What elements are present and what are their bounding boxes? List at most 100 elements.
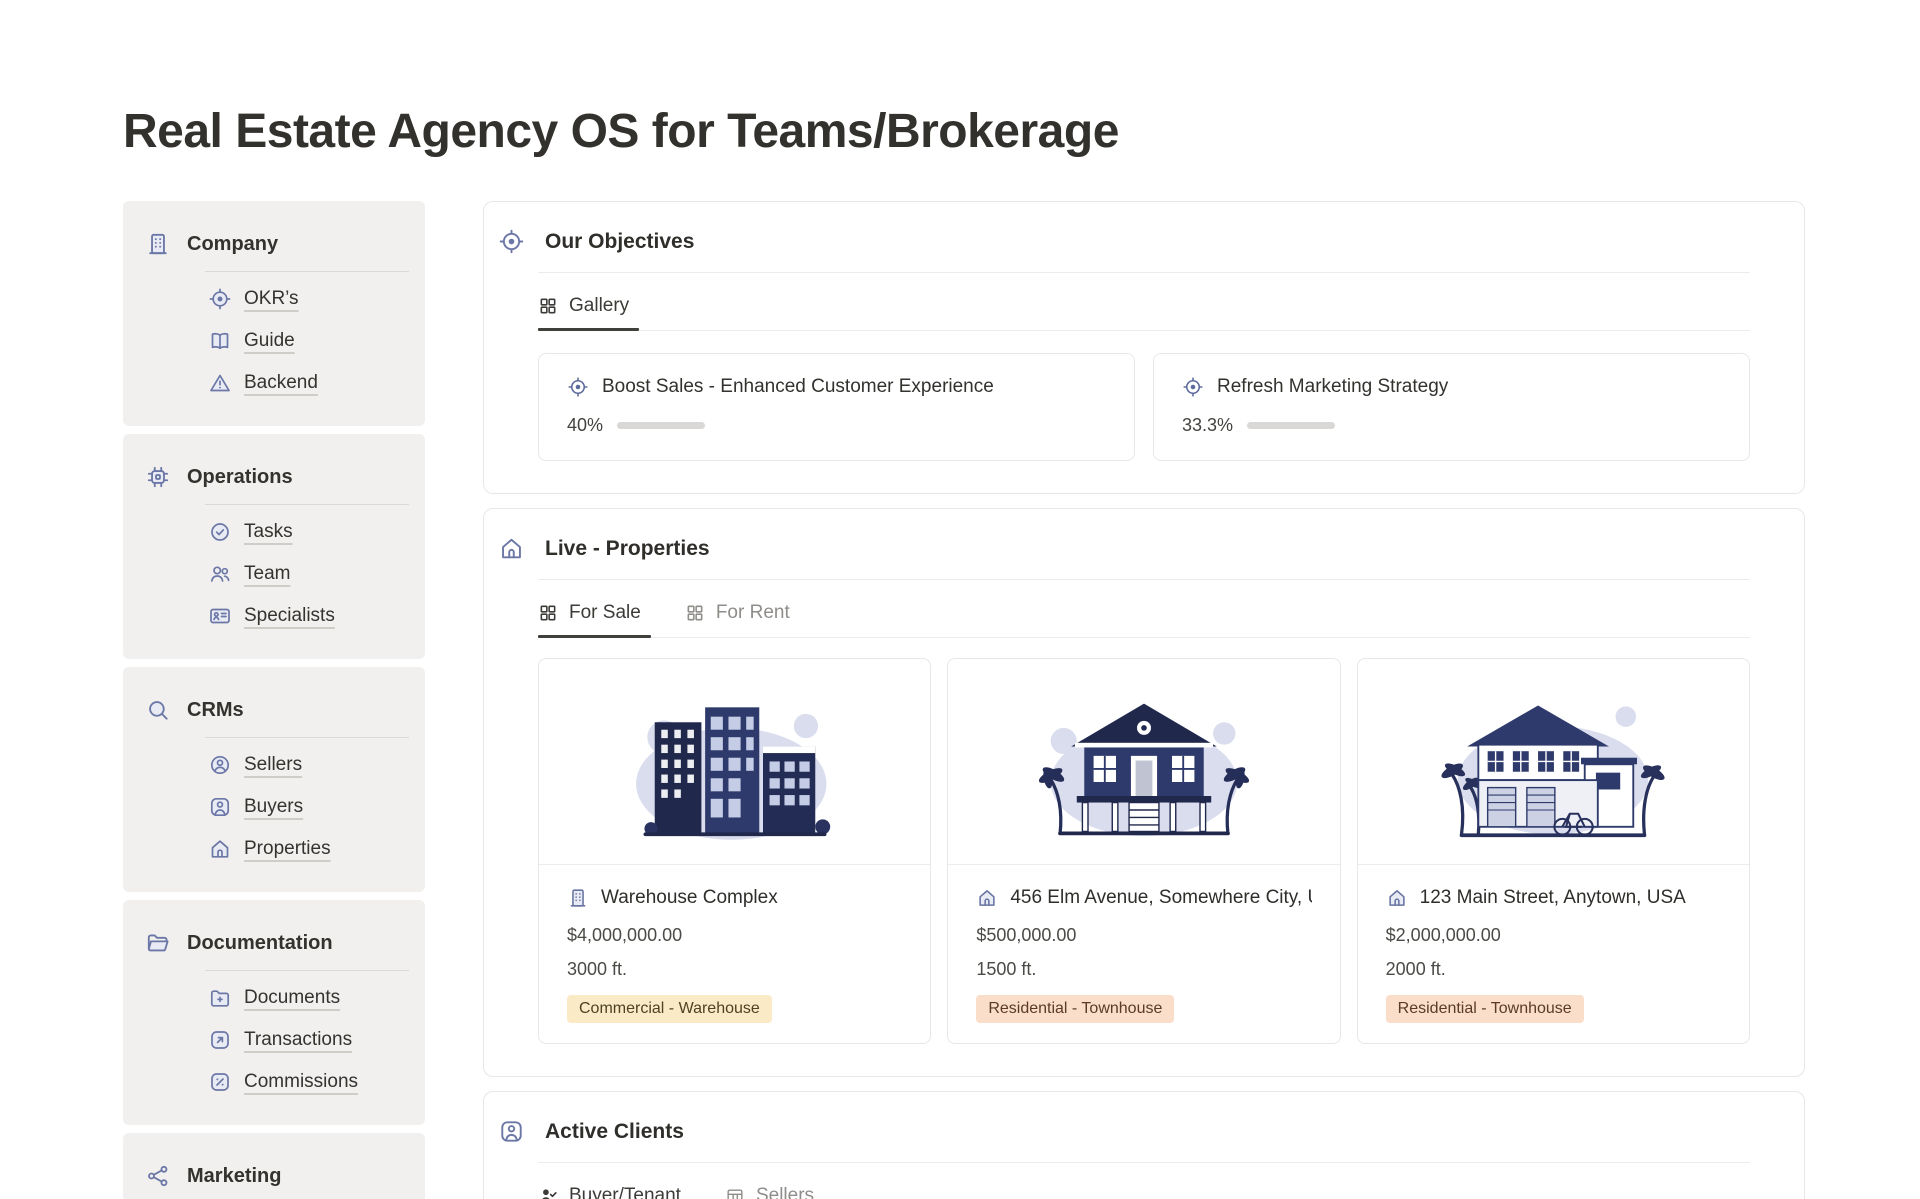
property-type-badge: Residential - Townhouse — [976, 995, 1174, 1023]
person-check-icon — [538, 1186, 558, 1199]
property-card-123-main-street[interactable]: 123 Main Street, Anytown, USA $2,000,000… — [1357, 658, 1750, 1044]
property-card-warehouse-complex[interactable]: Warehouse Complex $4,000,000.00 3000 ft.… — [538, 658, 931, 1044]
sidebar-item-backend[interactable]: Backend — [208, 362, 409, 404]
sidebar-section-header: Marketing — [145, 1163, 409, 1189]
grid-icon — [538, 603, 558, 623]
grid-icon — [538, 296, 558, 316]
home-icon — [1386, 887, 1408, 909]
property-name-row: Warehouse Complex — [567, 887, 902, 909]
properties-gallery: Warehouse Complex $4,000,000.00 3000 ft.… — [538, 658, 1750, 1044]
table-icon — [725, 1186, 745, 1199]
property-image — [1358, 659, 1749, 865]
sidebar-item-transactions[interactable]: Transactions — [208, 1019, 409, 1061]
divider — [205, 737, 409, 738]
properties-header: Live - Properties — [498, 535, 1750, 562]
tab-label: For Sale — [569, 602, 641, 624]
grid-icon — [685, 603, 705, 623]
property-name-row: 123 Main Street, Anytown, USA — [1386, 887, 1721, 909]
target-icon — [208, 287, 232, 311]
sidebar-item-label[interactable]: Backend — [244, 372, 318, 394]
tab-gallery[interactable]: Gallery — [538, 283, 639, 330]
sidebar-section-operations: Operations Tasks Team Specialists — [123, 434, 425, 659]
sidebar-item-specialists[interactable]: Specialists — [208, 595, 409, 637]
property-card-456-elm-avenue[interactable]: 456 Elm Avenue, Somewhere City, USA $500… — [947, 658, 1340, 1044]
property-type-badge: Commercial - Warehouse — [567, 995, 772, 1023]
progress-percent: 33.3% — [1182, 415, 1233, 436]
sidebar-item-label[interactable]: Documents — [244, 987, 340, 1009]
sidebar-item-sellers[interactable]: Sellers — [208, 744, 409, 786]
divider — [538, 1162, 1750, 1163]
sidebar-section-company: Company OKR’s Guide Backend — [123, 201, 425, 426]
tab-for-rent[interactable]: For Rent — [685, 590, 800, 637]
tab-for-sale[interactable]: For Sale — [538, 590, 651, 637]
city-buildings-illustration — [623, 686, 847, 850]
sidebar-item-label[interactable]: Tasks — [244, 521, 293, 543]
objectives-header: Our Objectives — [498, 228, 1750, 255]
sidebar-section-header: CRMs — [145, 697, 409, 723]
sidebar-item-label[interactable]: Commissions — [244, 1071, 358, 1093]
divider — [205, 271, 409, 272]
active-clients-header: Active Clients — [498, 1118, 1750, 1145]
property-name-row: 456 Elm Avenue, Somewhere City, USA — [976, 887, 1311, 909]
objectives-panel: Our Objectives Gallery Boost Sales - Enh… — [483, 201, 1805, 494]
sidebar-item-label[interactable]: Sellers — [244, 754, 302, 776]
sidebar-item-documents[interactable]: Documents — [208, 977, 409, 1019]
divider — [205, 970, 409, 971]
active-clients-tabs: Buyer/Tenant Sellers — [538, 1173, 1750, 1199]
property-price: $2,000,000.00 — [1386, 925, 1721, 946]
home-icon — [976, 887, 998, 909]
sidebar-item-label[interactable]: Specialists — [244, 605, 335, 627]
property-image — [948, 659, 1339, 865]
sidebar-item-label[interactable]: Team — [244, 563, 290, 585]
sidebar-item-team[interactable]: Team — [208, 553, 409, 595]
sidebar-section-header: Company — [145, 231, 409, 257]
panel-title: Our Objectives — [545, 230, 694, 254]
person-square-icon — [208, 795, 232, 819]
id-card-icon — [208, 604, 232, 628]
property-type-badge: Residential - Townhouse — [1386, 995, 1584, 1023]
sidebar-item-guide[interactable]: Guide — [208, 320, 409, 362]
target-icon — [498, 228, 525, 255]
tab-buyer-tenant[interactable]: Buyer/Tenant — [538, 1173, 691, 1199]
tab-sellers[interactable]: Sellers — [725, 1173, 824, 1199]
sidebar-item-okrs[interactable]: OKR’s — [208, 278, 409, 320]
property-name: 123 Main Street, Anytown, USA — [1420, 887, 1686, 909]
person-circle-icon — [208, 753, 232, 777]
property-details: 123 Main Street, Anytown, USA $2,000,000… — [1358, 865, 1749, 1043]
person-square-icon — [498, 1118, 525, 1145]
folder-plus-icon — [208, 986, 232, 1010]
sidebar-item-commissions[interactable]: Commissions — [208, 1061, 409, 1103]
sidebar-item-tasks[interactable]: Tasks — [208, 511, 409, 553]
sidebar-section-title: CRMs — [187, 699, 244, 722]
sidebar-item-buyers[interactable]: Buyers — [208, 786, 409, 828]
beach-house-illustration — [1441, 686, 1665, 850]
building-icon — [145, 231, 171, 257]
objective-card-refresh-marketing[interactable]: Refresh Marketing Strategy 33.3% — [1153, 353, 1750, 461]
property-details: Warehouse Complex $4,000,000.00 3000 ft.… — [539, 865, 930, 1043]
divider — [205, 504, 409, 505]
sidebar-item-label[interactable]: Transactions — [244, 1029, 352, 1051]
sidebar-item-label[interactable]: Guide — [244, 330, 295, 352]
sidebar-section-header: Operations — [145, 464, 409, 490]
sidebar-item-properties[interactable]: Properties — [208, 828, 409, 870]
property-price: $500,000.00 — [976, 925, 1311, 946]
sidebar-section-title: Documentation — [187, 932, 333, 955]
home-icon — [498, 535, 525, 562]
sidebar-section-documentation: Documentation Documents Transactions Com… — [123, 900, 425, 1125]
percent-square-icon — [208, 1070, 232, 1094]
sidebar-section-title: Marketing — [187, 1165, 281, 1188]
home-icon — [208, 837, 232, 861]
sidebar-item-label[interactable]: Buyers — [244, 796, 303, 818]
property-size: 2000 ft. — [1386, 959, 1721, 980]
properties-tabs: For Sale For Rent — [538, 590, 1750, 638]
divider — [538, 272, 1750, 273]
progress-bar — [617, 422, 705, 429]
objectives-tabs: Gallery — [538, 283, 1750, 331]
property-size: 3000 ft. — [567, 959, 902, 980]
objective-card-boost-sales[interactable]: Boost Sales - Enhanced Customer Experien… — [538, 353, 1135, 461]
sidebar-item-label[interactable]: Properties — [244, 838, 331, 860]
sidebar-section-marketing: Marketing Brand Assets — [123, 1133, 425, 1199]
sidebar-item-label[interactable]: OKR’s — [244, 288, 299, 310]
building-icon — [567, 887, 589, 909]
open-folder-icon — [145, 930, 171, 956]
